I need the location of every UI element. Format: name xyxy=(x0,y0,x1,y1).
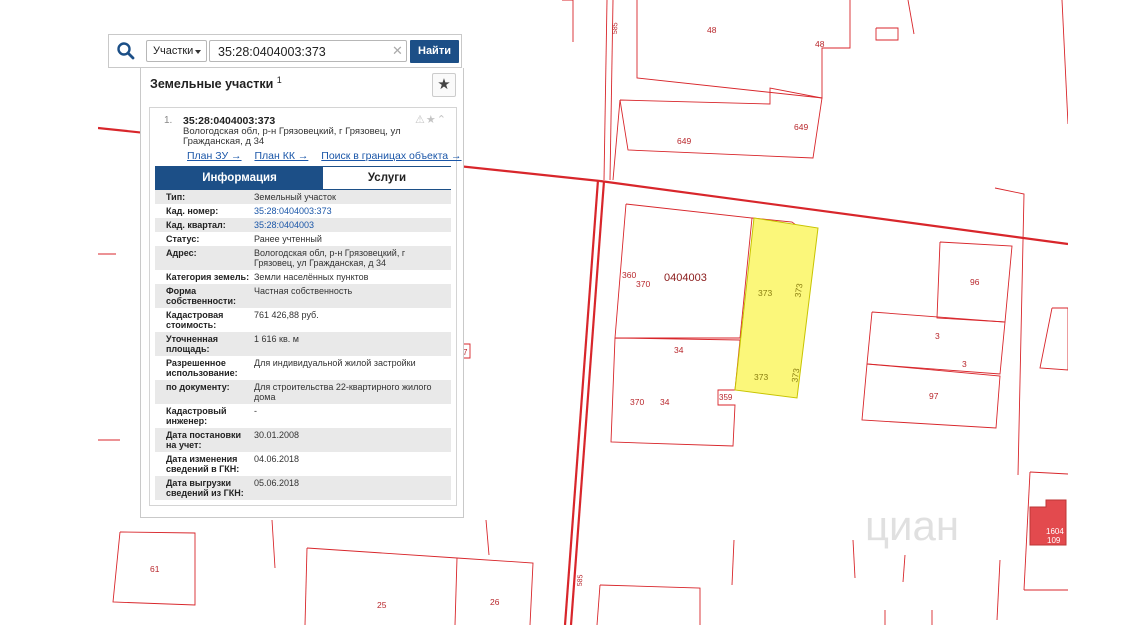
search-type-label: Участки xyxy=(153,45,194,57)
search-icon[interactable] xyxy=(116,41,136,61)
selected-parcel[interactable] xyxy=(734,217,819,399)
table-row: Категория земель: Земли населённых пункто… xyxy=(166,272,369,282)
left-margin xyxy=(0,0,98,625)
result-tabs: Информация Услуги xyxy=(155,166,451,190)
warning-icon[interactable]: ⚠ xyxy=(415,114,426,126)
close-icon[interactable]: ✕ xyxy=(392,43,403,59)
table-row: Кад. квартал: 35:28:0404003 xyxy=(155,218,451,232)
result-number: 1. xyxy=(164,115,173,126)
label-585: 585 xyxy=(577,574,585,586)
table-row: Кадастровая стоимость: 761 426,88 руб. xyxy=(166,310,319,330)
label-97: 97 xyxy=(929,391,939,401)
label-360: 360 xyxy=(622,270,636,280)
table-row: по документу: Для строительства 22-кварти… xyxy=(155,380,451,404)
result-address: Вологодская обл, р-н Грязовецкий, г Гряз… xyxy=(183,126,401,147)
label-373: 373 xyxy=(754,372,768,382)
label-373: 373 xyxy=(789,367,801,383)
card-actions: ⚠★⌃ xyxy=(415,113,447,126)
label-48: 48 xyxy=(815,39,825,49)
search-type-select[interactable]: Участки xyxy=(146,40,207,62)
label-359: 359 xyxy=(719,393,733,402)
plan-kk-link[interactable]: План КК → xyxy=(254,150,308,162)
favorite-button[interactable]: ★ xyxy=(432,73,456,97)
quarter-label: 0404003 xyxy=(664,272,707,284)
label-109: 109 xyxy=(1047,536,1061,545)
table-row: Тип: Земельный участок xyxy=(155,190,451,204)
label-585: 585 xyxy=(612,22,619,34)
search-in-bounds-link[interactable]: Поиск в границах объекта → xyxy=(321,150,461,162)
cadastral-number-link[interactable]: 35:28:0404003:373 xyxy=(254,206,332,216)
label-370: 370 xyxy=(636,279,650,289)
results-panel: Земельные участки 1 ★ 1. 35:28:0404003:3… xyxy=(140,68,464,518)
table-row: Статус: Ранее учтенный xyxy=(166,234,322,244)
table-row: Дата постановки на учет: 30.01.2008 xyxy=(155,428,451,452)
results-count: 1 xyxy=(276,75,282,85)
result-card: 1. 35:28:0404003:373 Вологодская обл, р-… xyxy=(149,107,462,506)
chevron-down-icon xyxy=(195,50,201,54)
table-row: Разрешенное использование: Для индивидуал… xyxy=(166,358,416,378)
label-96: 96 xyxy=(970,277,980,287)
star-icon: ★ xyxy=(437,76,451,93)
label-61: 61 xyxy=(150,564,160,574)
right-margin xyxy=(1068,0,1132,625)
label-649: 649 xyxy=(794,122,808,132)
label-26: 26 xyxy=(490,597,500,607)
table-row: Адрес: Вологодская обл, р-н Грязовецкий, … xyxy=(155,246,451,270)
label-373: 373 xyxy=(758,288,772,298)
label-34: 34 xyxy=(674,345,684,355)
label-370: 370 xyxy=(630,397,644,407)
label-1604: 1604 xyxy=(1046,527,1064,536)
tab-services[interactable]: Услуги xyxy=(323,167,451,189)
cadastral-quarter-link[interactable]: 35:28:0404003 xyxy=(254,220,314,230)
table-row: Кад. номер: 35:28:0404003:373 xyxy=(166,206,332,216)
label-373: 373 xyxy=(793,282,805,298)
search-bar: Участки 35:28:0404003:373 ✕ Найти xyxy=(108,34,462,68)
star-icon[interactable]: ★ xyxy=(426,114,437,126)
table-row: Уточненная площадь: 1 616 кв. м xyxy=(155,332,451,356)
find-button[interactable]: Найти xyxy=(410,40,459,63)
label-48: 48 xyxy=(707,25,717,35)
label-3: 3 xyxy=(962,359,967,369)
tab-info[interactable]: Информация xyxy=(156,167,323,189)
label-649: 649 xyxy=(677,136,691,146)
chevron-up-icon[interactable]: ⌃ xyxy=(437,114,447,126)
table-row: Кадастровый инженер: - xyxy=(166,406,257,426)
label-3: 3 xyxy=(935,331,940,341)
plan-zu-link[interactable]: План ЗУ → xyxy=(187,150,242,162)
result-links: План ЗУ → План КК → Поиск в границах объ… xyxy=(187,150,472,162)
label-25: 25 xyxy=(377,600,387,610)
label-34: 34 xyxy=(660,397,670,407)
table-row: Форма собственности: Частная собственност… xyxy=(155,284,451,308)
info-table: Тип: Земельный участок Кад. номер: 35:28:0… xyxy=(155,190,451,500)
panel-title: Земельные участки 1 xyxy=(150,75,282,92)
search-input[interactable]: 35:28:0404003:373 xyxy=(209,40,407,62)
table-row: Дата изменения сведений в ГКН: 04.06.2018 xyxy=(166,454,300,474)
table-row: Дата выгрузки сведений из ГКН: 05.06.2018 xyxy=(155,476,451,500)
watermark: циан xyxy=(865,502,959,549)
